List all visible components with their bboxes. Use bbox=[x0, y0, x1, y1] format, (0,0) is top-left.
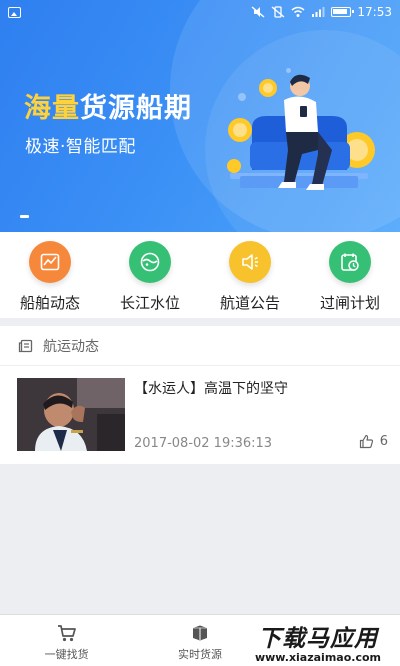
nav-find-cargo[interactable]: 一键找货 bbox=[0, 615, 133, 666]
vibrate-off-icon bbox=[271, 6, 285, 18]
wifi-icon bbox=[291, 6, 305, 17]
quick-menu-ship-status[interactable]: 船舶动态 bbox=[0, 232, 100, 318]
thumbs-up-icon bbox=[359, 434, 373, 449]
mute-icon bbox=[251, 6, 265, 18]
banner-subtitle: 极速·智能匹配 bbox=[25, 137, 136, 157]
cart-icon bbox=[57, 625, 76, 642]
watermark-url: www.xiazaimao.com bbox=[254, 650, 381, 664]
news-thumbnail bbox=[17, 378, 125, 451]
quick-menu-label: 长江水位 bbox=[119, 294, 180, 312]
nav-label: 实时货源 bbox=[177, 648, 222, 661]
news-list-item[interactable]: 【水运人】高温下的坚守 2017-08-02 19:36:13 6 bbox=[0, 366, 400, 463]
quick-menu-label: 过闸计划 bbox=[319, 294, 380, 312]
news-header: 航运动态 bbox=[0, 326, 400, 366]
carousel-indicator bbox=[20, 215, 29, 218]
news-icon bbox=[18, 339, 33, 352]
megaphone-icon bbox=[229, 241, 271, 283]
news-header-label: 航运动态 bbox=[43, 338, 99, 355]
news-title: 【水运人】高温下的坚守 bbox=[134, 381, 288, 397]
chart-icon bbox=[29, 241, 71, 283]
banner-title: 海量货源船期 bbox=[24, 86, 192, 125]
person-on-sofa-illustration bbox=[227, 74, 375, 190]
news-date: 2017-08-02 19:36:13 bbox=[134, 436, 273, 451]
like-button[interactable]: 6 bbox=[359, 434, 388, 449]
watermark-text: 下载马应用 bbox=[258, 625, 378, 652]
status-time: 17:53 bbox=[357, 5, 392, 19]
quick-menu-label: 航道公告 bbox=[219, 294, 280, 312]
signal-icon bbox=[312, 7, 325, 17]
quick-menu-label: 船舶动态 bbox=[19, 294, 80, 312]
status-bar: 17:53 bbox=[0, 0, 400, 24]
quick-menu-water-level[interactable]: 长江水位 bbox=[100, 232, 200, 318]
quick-menu: 船舶动态 长江水位 航道公告 过闸计划 bbox=[0, 232, 400, 318]
shipping-news-section: 航运动态 【水运人】高温下的坚守 2017-08-02 19:36:13 6 bbox=[0, 326, 400, 464]
box-icon bbox=[192, 625, 207, 641]
banner-title-rest: 货源船期 bbox=[80, 93, 192, 124]
image-notification-icon bbox=[8, 6, 21, 18]
hero-banner[interactable]: 17:53 海量货源船期 极速·智能匹配 bbox=[0, 0, 400, 232]
like-count: 6 bbox=[379, 434, 388, 449]
battery-icon bbox=[331, 7, 355, 17]
nav-label: 一键找货 bbox=[44, 648, 89, 661]
quick-menu-channel-notice[interactable]: 航道公告 bbox=[200, 232, 300, 318]
watermark: 下载马应用 www.xiazaimao.com bbox=[236, 616, 400, 666]
banner-title-accent: 海量 bbox=[24, 93, 80, 124]
schedule-icon bbox=[329, 241, 371, 283]
water-level-icon bbox=[129, 241, 171, 283]
quick-menu-lock-schedule[interactable]: 过闸计划 bbox=[300, 232, 400, 318]
